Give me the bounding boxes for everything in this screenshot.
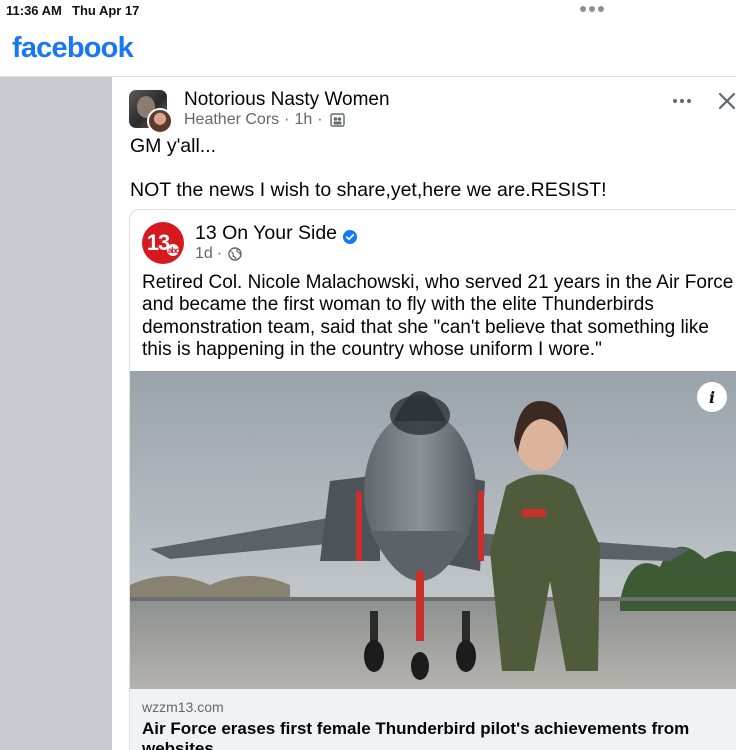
feed-post: Notorious Nasty Women Heather Cors · 1h … (112, 77, 736, 750)
meta-separator: · (317, 111, 323, 128)
status-time: 11:36 AM (6, 3, 62, 18)
shared-post-time[interactable]: 1d (195, 245, 213, 263)
left-gutter (0, 77, 112, 750)
status-date: Thu Apr 17 (72, 3, 140, 18)
author-avatar-image (147, 108, 173, 134)
link-title[interactable]: Air Force erases first female Thunderbir… (142, 719, 702, 750)
page-name[interactable]: 13 On Your Side (195, 222, 358, 245)
meta-separator: · (284, 111, 290, 128)
globe-icon (228, 247, 242, 261)
shared-post-card[interactable]: 13 abc 13 On Your Side 1d · Retired Col.… (129, 209, 736, 750)
post-text-line: GM y'all... (130, 135, 217, 157)
post-text-line: NOT the news I wish to share,yet,here we… (130, 179, 607, 201)
link-domain: wzzm13.com (142, 699, 224, 715)
members-icon (329, 113, 345, 127)
shared-post-text: Retired Col. Nicole Malachowski, who ser… (142, 272, 734, 360)
page-logo[interactable]: 13 abc (142, 222, 184, 264)
shared-post-meta: 1d · (195, 245, 242, 263)
facebook-logo[interactable]: facebook (12, 32, 134, 65)
verified-badge-icon (343, 227, 358, 244)
group-name[interactable]: Notorious Nasty Women (184, 89, 390, 111)
more-options-icon[interactable] (670, 91, 694, 111)
post-time[interactable]: 1h (294, 111, 312, 129)
status-bar: 11:36 AM Thu Apr 17 (0, 0, 736, 22)
close-icon[interactable] (716, 90, 736, 112)
author-name[interactable]: Heather Cors (184, 111, 279, 129)
group-avatar[interactable] (129, 90, 173, 134)
info-icon[interactable]: i (697, 382, 727, 412)
app-header: facebook (0, 22, 736, 77)
article-photo[interactable]: i (130, 371, 736, 689)
multitasking-dots-icon[interactable] (580, 6, 604, 12)
post-meta: Heather Cors · 1h · (184, 111, 345, 129)
link-preview[interactable]: wzzm13.com Air Force erases first female… (130, 689, 736, 750)
post-text: GM y'all... NOT the news I wish to share… (130, 135, 730, 201)
